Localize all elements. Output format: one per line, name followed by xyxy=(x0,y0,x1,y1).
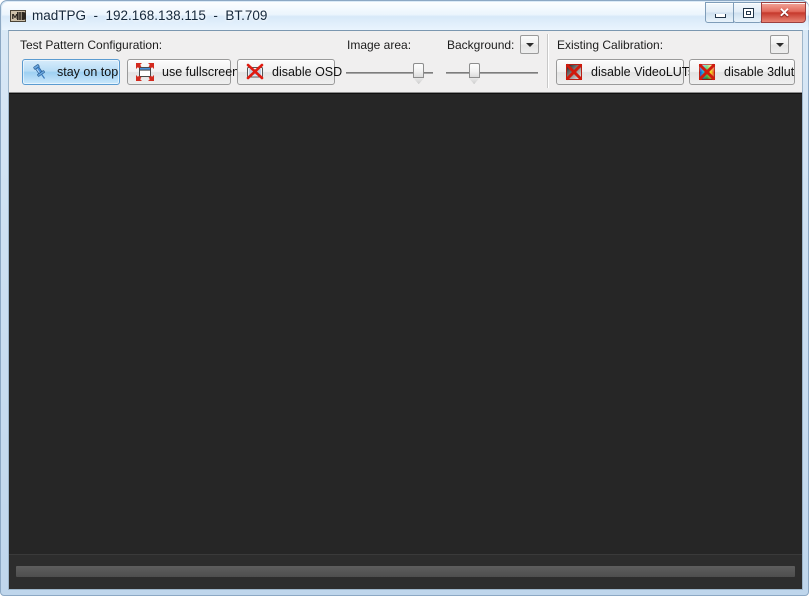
image-area-label: Image area: xyxy=(347,38,412,52)
window-title: madTPG - 192.168.138.115 - BT.709 xyxy=(32,8,268,23)
disable-osd-label: disable OSD xyxy=(272,64,343,79)
use-fullscreen-button[interactable]: use fullscreen xyxy=(127,59,239,85)
stay-on-top-button[interactable]: stay on top xyxy=(22,59,120,85)
client-area: Test Pattern Configuration: stay on top xyxy=(8,30,803,590)
minimize-icon xyxy=(715,14,726,18)
toolbar-divider xyxy=(547,34,549,88)
existing-calibration-label: Existing Calibration: xyxy=(557,38,664,52)
toolbar: Test Pattern Configuration: stay on top xyxy=(9,31,802,93)
background-label: Background: xyxy=(447,38,515,52)
test-pattern-area[interactable] xyxy=(9,93,802,589)
videoluts-disabled-icon xyxy=(564,62,584,82)
test-pattern-surface[interactable] xyxy=(9,94,802,554)
disable-3dlut-label: disable 3dlut xyxy=(724,64,795,79)
maximize-button[interactable] xyxy=(733,2,762,23)
disable-3dlut-button[interactable]: disable 3dlut xyxy=(689,59,795,85)
disable-videoluts-label: disable VideoLUTs xyxy=(591,64,695,79)
maximize-icon xyxy=(743,8,754,18)
background-slider-track xyxy=(446,72,538,74)
3dlut-disabled-icon xyxy=(697,62,717,82)
close-button[interactable]: ✕ xyxy=(761,2,806,23)
madtpg-window: M madTPG - 192.168.138.115 - BT.709 ✕ Te… xyxy=(0,0,809,596)
pushpin-icon xyxy=(30,62,50,82)
background-slider-thumb[interactable] xyxy=(468,63,480,78)
image-area-slider-thumb[interactable] xyxy=(413,63,425,78)
background-slider[interactable] xyxy=(446,61,538,85)
close-icon: ✕ xyxy=(779,5,790,20)
minimize-button[interactable] xyxy=(705,2,734,23)
osd-disabled-icon xyxy=(245,62,265,82)
use-fullscreen-label: use fullscreen xyxy=(162,64,240,79)
pattern-footer xyxy=(9,554,802,589)
title-bar[interactable]: M madTPG - 192.168.138.115 - BT.709 ✕ xyxy=(1,1,809,30)
pattern-scroll-bar[interactable] xyxy=(16,566,795,577)
madtpg-app-icon: M xyxy=(10,8,27,24)
caption-button-group: ✕ xyxy=(705,2,806,23)
image-area-slider[interactable] xyxy=(346,61,433,85)
background-options-dropdown[interactable] xyxy=(520,35,539,54)
calibration-options-dropdown[interactable] xyxy=(770,35,789,54)
disable-osd-button[interactable]: disable OSD xyxy=(237,59,342,85)
stay-on-top-label: stay on top xyxy=(57,64,119,79)
test-pattern-configuration-label: Test Pattern Configuration: xyxy=(20,38,163,52)
disable-videoluts-button[interactable]: disable VideoLUTs xyxy=(556,59,694,85)
fullscreen-icon xyxy=(135,62,155,82)
